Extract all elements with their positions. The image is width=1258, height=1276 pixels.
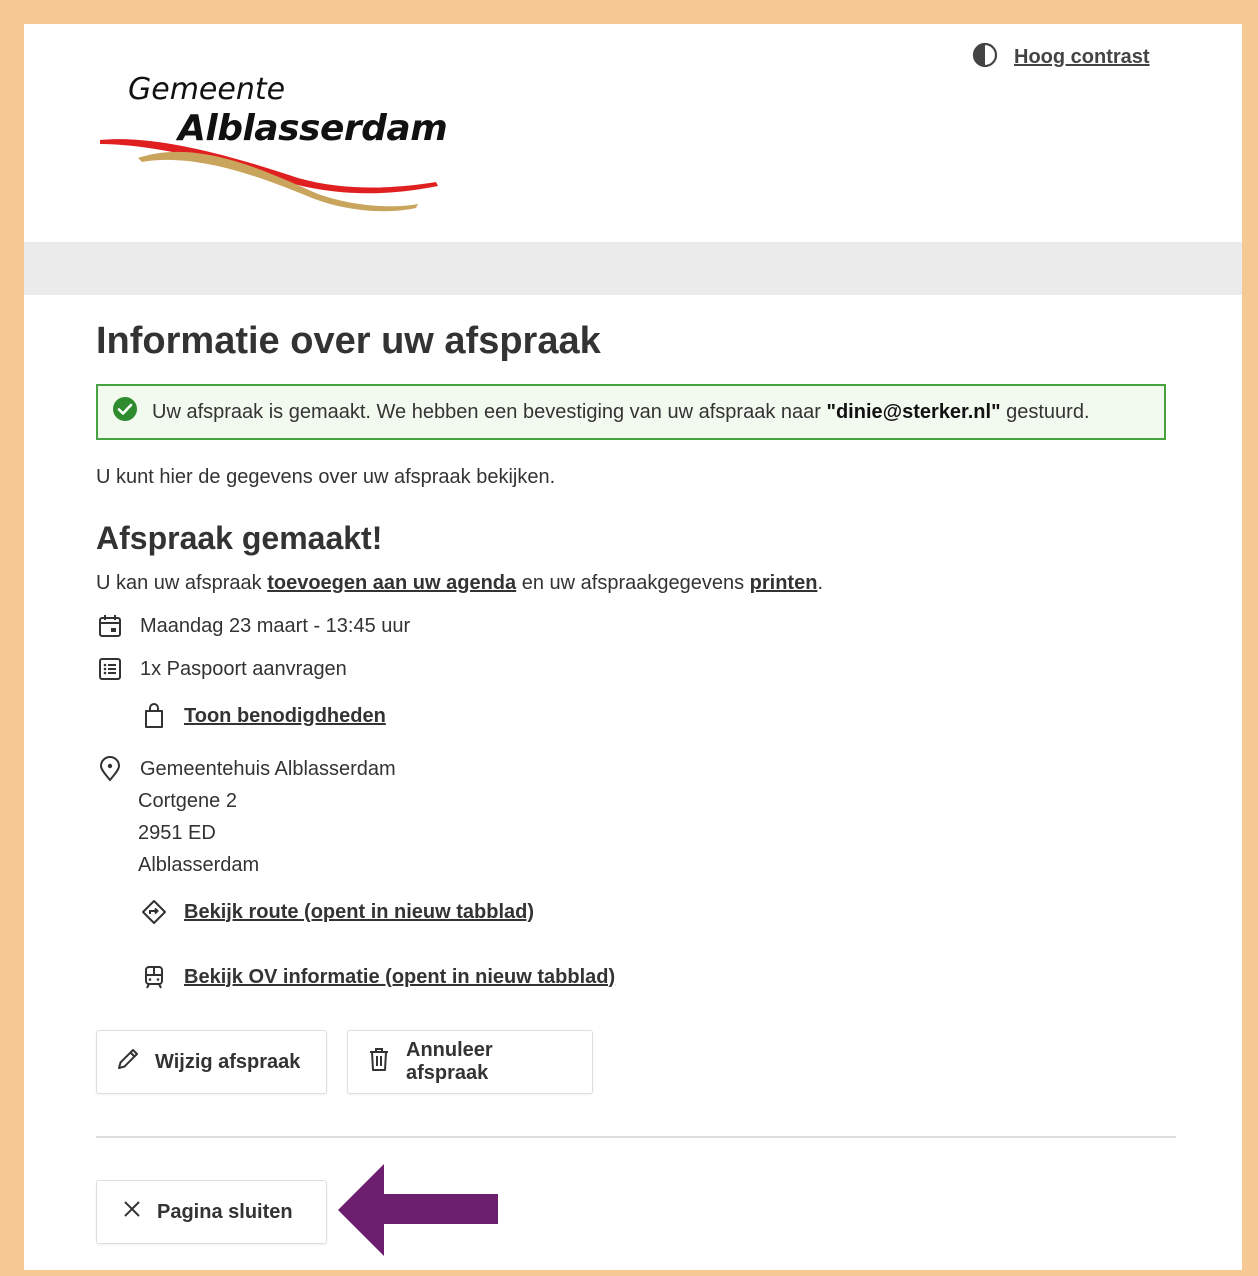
success-alert: Uw afspraak is gemaakt. We hebben een be… bbox=[96, 384, 1166, 440]
alert-email: "dinie@sterker.nl" bbox=[826, 400, 1001, 423]
product-row: 1x Paspoort aanvragen bbox=[96, 655, 347, 683]
logo-swoosh bbox=[100, 139, 438, 212]
pencil-icon bbox=[115, 1046, 141, 1078]
add-line-prefix: U kan uw afspraak bbox=[96, 572, 268, 594]
directions-icon bbox=[140, 898, 168, 926]
print-link[interactable]: printen bbox=[750, 572, 818, 594]
location-name: Gemeentehuis Alblasserdam bbox=[140, 757, 396, 780]
view-ov-info-link[interactable]: Bekijk OV informatie (opent in nieuw tab… bbox=[184, 966, 615, 989]
calendar-icon bbox=[96, 612, 124, 640]
page-title: Informatie over uw afspraak bbox=[96, 320, 601, 362]
close-icon bbox=[121, 1198, 143, 1226]
cancel-appointment-button[interactable]: Annuleer afspraak bbox=[347, 1030, 593, 1094]
requirements-row[interactable]: Toon benodigdheden bbox=[140, 702, 386, 730]
location-postcode: 2951 ED bbox=[138, 822, 216, 844]
show-requirements-link[interactable]: Toon benodigdheden bbox=[184, 705, 386, 728]
location-city: Alblasserdam bbox=[138, 854, 260, 876]
high-contrast-label[interactable]: Hoog contrast bbox=[1014, 46, 1150, 69]
municipality-logo[interactable]: Gemeente Alblasserdam bbox=[98, 72, 448, 212]
add-to-calendar-link[interactable]: toevoegen aan uw agenda bbox=[267, 572, 516, 594]
location-pin-icon bbox=[96, 755, 124, 783]
edit-appointment-button[interactable]: Wijzig afspraak bbox=[96, 1030, 327, 1094]
close-page-label: Pagina sluiten bbox=[157, 1200, 293, 1223]
pointer-arrow-icon bbox=[338, 1164, 498, 1256]
high-contrast-toggle[interactable]: Hoog contrast bbox=[972, 42, 1150, 73]
ov-row[interactable]: Bekijk OV informatie (opent in nieuw tab… bbox=[140, 963, 615, 991]
header-band bbox=[24, 242, 1242, 295]
add-line-suffix: . bbox=[817, 572, 823, 594]
contrast-icon bbox=[972, 42, 998, 73]
appointment-date: Maandag 23 maart - 13:45 uur bbox=[140, 614, 411, 637]
intro-text: U kunt hier de gegevens over uw afspraak… bbox=[96, 466, 556, 488]
list-icon bbox=[96, 655, 124, 683]
calendar-print-line: U kan uw afspraak toevoegen aan uw agend… bbox=[96, 572, 823, 595]
section-title: Afspraak gemaakt! bbox=[96, 520, 383, 556]
route-row[interactable]: Bekijk route (opent in nieuw tabblad) bbox=[140, 898, 534, 926]
alert-text-after: gestuurd. bbox=[1000, 400, 1090, 423]
page-frame: Hoog contrast Gemeente Alblasserdam Info… bbox=[24, 24, 1242, 1270]
trash-icon bbox=[366, 1046, 392, 1078]
alert-text-before: Uw afspraak is gemaakt. We hebben een be… bbox=[152, 400, 827, 423]
appointment-date-row: Maandag 23 maart - 13:45 uur bbox=[96, 612, 410, 640]
alert-message: Uw afspraak is gemaakt. We hebben een be… bbox=[152, 401, 1090, 424]
train-icon bbox=[140, 963, 168, 991]
location-street: Cortgene 2 bbox=[138, 790, 237, 812]
product-name: 1x Paspoort aanvragen bbox=[140, 657, 347, 680]
close-page-button[interactable]: Pagina sluiten bbox=[96, 1180, 327, 1244]
shopping-bag-icon bbox=[140, 702, 168, 730]
add-line-middle: en uw afspraakgegevens bbox=[516, 572, 750, 594]
check-circle-icon bbox=[112, 396, 138, 428]
view-route-link[interactable]: Bekijk route (opent in nieuw tabblad) bbox=[184, 901, 534, 924]
logo-text-gemeente: Gemeente bbox=[128, 72, 286, 107]
edit-appointment-label: Wijzig afspraak bbox=[155, 1050, 301, 1073]
cancel-appointment-label: Annuleer afspraak bbox=[406, 1039, 493, 1084]
section-divider bbox=[96, 1136, 1176, 1138]
location-row: Gemeentehuis Alblasserdam bbox=[96, 755, 396, 783]
